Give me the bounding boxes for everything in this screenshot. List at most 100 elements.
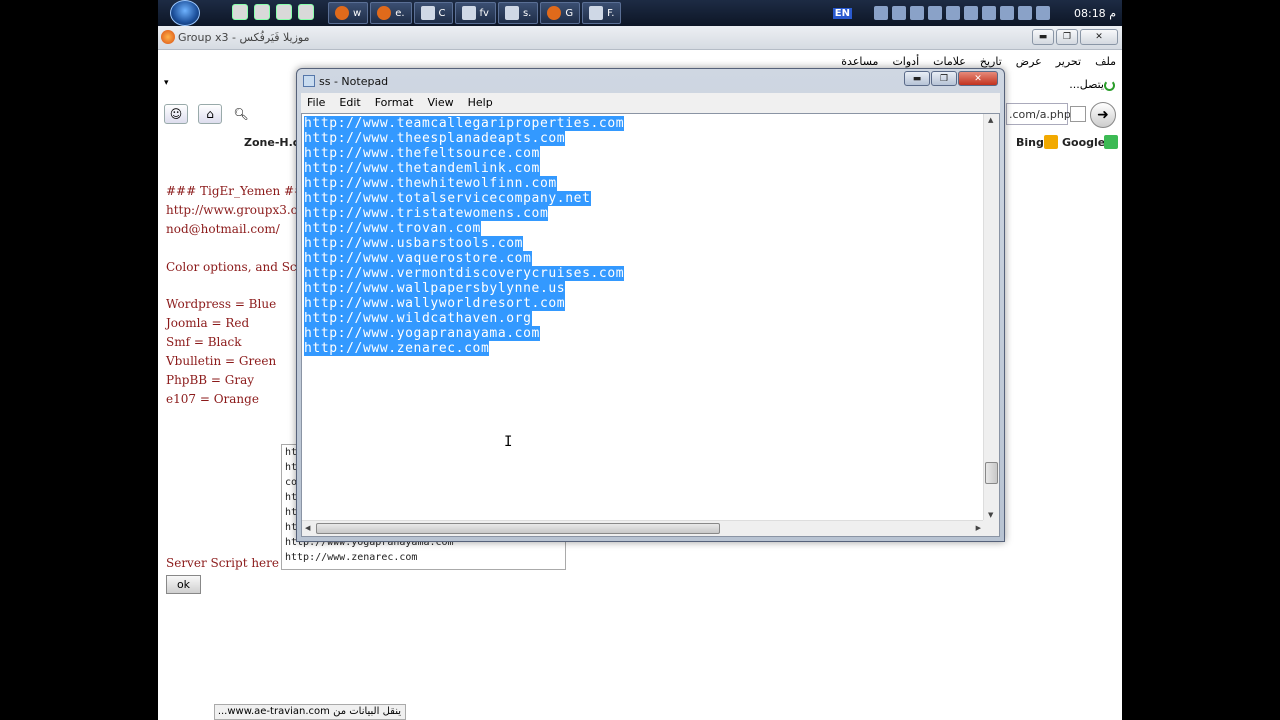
- close-button[interactable]: ✕: [958, 71, 998, 86]
- menu-history[interactable]: تاريخ: [980, 55, 1002, 68]
- resize-grip[interactable]: [983, 520, 999, 536]
- scroll-right-icon[interactable]: ▶: [976, 524, 981, 532]
- page-text: Wordpress = Blue: [166, 297, 277, 311]
- page-link[interactable]: http://www.groupx3.org: [166, 203, 311, 217]
- tray-icon[interactable]: [891, 6, 906, 20]
- horizontal-scroll-thumb[interactable]: [316, 523, 720, 534]
- close-button[interactable]: ✕: [1080, 29, 1118, 45]
- selected-text: http://www.teamcallegariproperties.com: [304, 116, 625, 131]
- scroll-down-icon[interactable]: ▼: [988, 511, 993, 519]
- bing-icon[interactable]: [1044, 135, 1058, 149]
- menu-edit[interactable]: تحرير: [1056, 55, 1081, 68]
- notepad-line: http://www.tristatewomens.com: [304, 206, 624, 221]
- show-desktop-icon[interactable]: [232, 4, 248, 20]
- tray-icon[interactable]: [873, 6, 888, 20]
- maximize-button[interactable]: ❐: [931, 71, 957, 86]
- selected-text: http://www.trovan.com: [304, 221, 481, 236]
- firefox-titlebar: Group x3 - موزيلا فَيَرفُكس ▬ ❐ ✕: [158, 26, 1122, 50]
- notepad-text-area[interactable]: http://www.teamcallegariproperties.com ht…: [301, 113, 1000, 537]
- notepad-line: http://www.wallpapersbylynne.us: [304, 281, 624, 296]
- firefox-icon[interactable]: [298, 4, 314, 20]
- clock[interactable]: 08:18 م: [1074, 7, 1116, 20]
- tray-icon[interactable]: [945, 6, 960, 20]
- bookmark-google[interactable]: Google: [1062, 136, 1105, 149]
- tray-icon[interactable]: [909, 6, 924, 20]
- maximize-button[interactable]: ❐: [1056, 29, 1078, 45]
- menu-file[interactable]: ملف: [1095, 55, 1116, 68]
- desktop-screen: w e. Cfv s. G F. EN 08:18 م Group x3 - موزيلا…: [158, 0, 1122, 720]
- google-icon[interactable]: [1104, 135, 1118, 149]
- selected-text: http://www.thetandemlink.com: [304, 161, 540, 176]
- vertical-scroll-thumb[interactable]: [985, 462, 998, 484]
- tray-icon[interactable]: [927, 6, 942, 20]
- menu-format[interactable]: Format: [375, 96, 414, 110]
- selected-text: http://www.thefeltsource.com: [304, 146, 540, 161]
- home-icon[interactable]: ⌂: [198, 104, 222, 124]
- page-text: Color options, and Scri: [166, 260, 307, 274]
- taskbar-button[interactable]: F.: [582, 2, 622, 24]
- folder-icon[interactable]: [254, 4, 270, 20]
- cmd-icon: [420, 6, 435, 20]
- notepad-line: http://www.vaquerostore.com: [304, 251, 624, 266]
- volume-icon[interactable]: [981, 6, 996, 20]
- page-text: Vbulletin = Green: [166, 354, 277, 368]
- app-icon: [461, 6, 476, 20]
- page-text: nod@hotmail.com/: [166, 222, 280, 236]
- selected-text: http://www.vermontdiscoverycruises.com: [304, 266, 625, 281]
- page-text: PhpBB = Gray: [166, 373, 255, 387]
- menu-edit[interactable]: Edit: [339, 96, 360, 110]
- tray-icon[interactable]: [1035, 6, 1050, 20]
- page-icon[interactable]: [1070, 106, 1086, 122]
- selected-text: http://www.vaquerostore.com: [304, 251, 532, 266]
- selected-text: http://www.wallpapersbylynne.us: [304, 281, 566, 296]
- taskbar-button-label: G: [565, 7, 574, 19]
- tray-icon[interactable]: [963, 6, 978, 20]
- firefox-icon: [161, 30, 175, 44]
- taskbar-button[interactable]: w: [328, 2, 369, 24]
- taskbar-button[interactable]: C: [413, 2, 453, 24]
- notepad-line: http://www.wallyworldresort.com: [304, 296, 624, 311]
- bookmark-bing[interactable]: Bing: [1016, 136, 1044, 149]
- url-bar[interactable]: .com/a.php: [1006, 103, 1071, 125]
- menu-help[interactable]: Help: [468, 96, 493, 110]
- taskbar-button-label: w: [353, 7, 362, 19]
- taskbar-button-label: F.: [607, 7, 615, 19]
- go-arrow-icon[interactable]: ➜: [1090, 102, 1116, 128]
- dropdown-arrow-icon[interactable]: ▾: [164, 78, 169, 88]
- menu-help[interactable]: مساعدة: [841, 55, 878, 68]
- taskbar-button-label: fv: [479, 7, 489, 19]
- taskbar: w e. Cfv s. G F. EN 08:18 م: [158, 0, 1122, 26]
- app-icon[interactable]: [276, 4, 292, 20]
- menu-view[interactable]: View: [428, 96, 454, 110]
- taskbar-button[interactable]: fv: [454, 2, 496, 24]
- selected-text: http://www.tristatewomens.com: [304, 206, 549, 221]
- notepad-line: http://www.teamcallegariproperties.com: [304, 116, 625, 131]
- taskbar-button[interactable]: s.: [497, 2, 539, 24]
- scroll-left-icon[interactable]: ◀: [305, 524, 310, 532]
- start-button[interactable]: [170, 0, 200, 26]
- menu-view[interactable]: عرض: [1016, 55, 1042, 68]
- ok-button[interactable]: ok: [166, 575, 201, 594]
- minimize-button[interactable]: ▬: [904, 71, 930, 86]
- notepad-line: http://www.zenarec.com: [304, 341, 624, 356]
- notepad-line: http://www.theesplanadeapts.com: [304, 131, 624, 146]
- scroll-up-icon[interactable]: ▲: [988, 116, 993, 124]
- horizontal-scrollbar[interactable]: ◀ ▶: [302, 520, 984, 536]
- menu-tools[interactable]: أدوات: [892, 55, 919, 68]
- taskbar-button[interactable]: e.: [370, 2, 412, 24]
- addon-icon[interactable]: ☺: [164, 104, 188, 124]
- taskbar-button[interactable]: G: [540, 2, 581, 24]
- search-icon[interactable]: 🔍︎: [230, 104, 252, 124]
- tray-icon[interactable]: [1017, 6, 1032, 20]
- menu-file[interactable]: File: [307, 96, 325, 110]
- language-indicator[interactable]: EN: [832, 7, 852, 19]
- menu-bookmarks[interactable]: علامات: [933, 55, 966, 68]
- network-icon[interactable]: [999, 6, 1014, 20]
- notepad-titlebar[interactable]: ss - Notepad ▬ ❐ ✕: [297, 69, 1004, 93]
- connecting-label: يتصل...: [1069, 78, 1104, 91]
- vertical-scrollbar[interactable]: ▲ ▼: [983, 114, 999, 521]
- taskbar-button-label: C: [438, 7, 446, 19]
- minimize-button[interactable]: ▬: [1032, 29, 1054, 45]
- firefox-icon: [377, 6, 392, 20]
- notepad-window[interactable]: ss - Notepad ▬ ❐ ✕ File Edit Format View…: [296, 68, 1005, 542]
